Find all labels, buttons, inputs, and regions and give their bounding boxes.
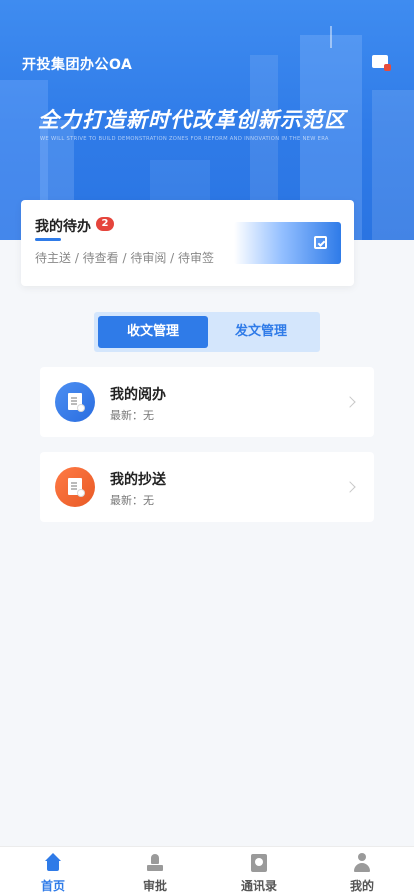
todo-action-button[interactable] xyxy=(234,222,341,264)
list-item-title: 我的阅办 xyxy=(110,387,166,403)
user-icon xyxy=(352,853,372,873)
todo-status-text: 待主送 / 待查看 / 待审阅 / 待审签 xyxy=(35,251,215,265)
doc-tabs: 收文管理 发文管理 xyxy=(94,312,320,352)
nav-label: 审批 xyxy=(142,879,167,893)
nav-item-approval[interactable]: 审批 xyxy=(115,853,195,896)
message-icon[interactable] xyxy=(372,55,391,71)
todo-count-badge: 2 xyxy=(96,217,114,231)
chevron-right-icon xyxy=(344,396,356,408)
document-icon xyxy=(55,382,95,422)
nav-item-mine[interactable]: 我的 xyxy=(322,853,402,896)
list-item-my-review[interactable]: 我的阅办 最新：无 xyxy=(40,367,374,437)
chevron-right-icon xyxy=(344,481,356,493)
nav-label: 通讯录 xyxy=(240,879,277,893)
document-icon xyxy=(55,467,95,507)
calendar-check-icon xyxy=(314,236,327,249)
list-item-subtitle: 最新：无 xyxy=(110,409,154,422)
tab-receive-docs[interactable]: 收文管理 xyxy=(98,316,208,348)
list-item-subtitle: 最新：无 xyxy=(110,494,154,507)
contacts-icon xyxy=(249,853,269,873)
todo-title: 我的待办 xyxy=(35,219,91,235)
nav-label: 我的 xyxy=(349,879,374,893)
home-icon xyxy=(43,853,63,873)
bottom-nav: 首页 审批 通讯录 我的 xyxy=(0,846,414,896)
tab-send-docs[interactable]: 发文管理 xyxy=(206,316,316,348)
list-item-my-cc[interactable]: 我的抄送 最新：无 xyxy=(40,452,374,522)
building-decoration xyxy=(372,90,414,240)
todo-title-underline xyxy=(35,238,61,241)
nav-item-home[interactable]: 首页 xyxy=(13,853,93,896)
nav-label: 首页 xyxy=(40,879,65,893)
building-spire xyxy=(330,26,332,48)
stamp-icon xyxy=(145,853,165,873)
banner-slogan: 全力打造新时代改革创新示范区 xyxy=(38,108,346,132)
list-item-title: 我的抄送 xyxy=(110,472,166,488)
app-title: 开投集团办公OA xyxy=(22,57,133,73)
nav-item-contacts[interactable]: 通讯录 xyxy=(219,853,299,896)
banner-slogan-english: WE WILL STRIVE TO BUILD DEMONSTRATION ZO… xyxy=(40,136,329,142)
todo-card[interactable]: 我的待办 2 待主送 / 待查看 / 待审阅 / 待审签 xyxy=(21,200,354,286)
